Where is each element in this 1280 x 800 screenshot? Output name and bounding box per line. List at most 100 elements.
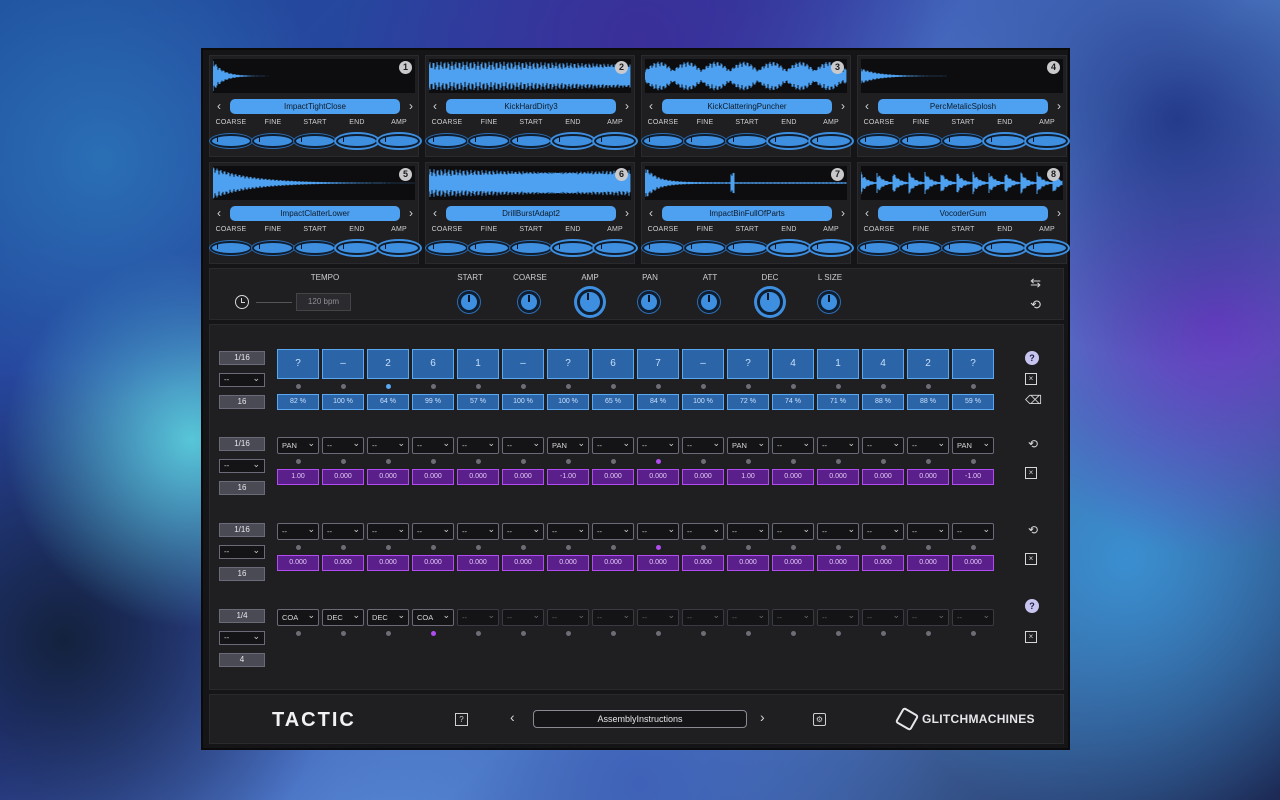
step-param-select[interactable]: -- bbox=[592, 436, 634, 454]
step-value[interactable]: 0.000 bbox=[367, 469, 409, 485]
sample-prev-button[interactable]: ‹ bbox=[861, 206, 873, 221]
step-pad[interactable]: 2 bbox=[907, 349, 949, 379]
step-value[interactable]: 0.000 bbox=[682, 469, 724, 485]
step-param-select[interactable]: -- bbox=[367, 522, 409, 540]
coarse-knob[interactable] bbox=[426, 134, 468, 148]
step-pad[interactable]: 6 bbox=[592, 349, 634, 379]
sample-next-button[interactable]: › bbox=[405, 206, 417, 221]
waveform-display[interactable] bbox=[429, 166, 631, 200]
amp-knob[interactable] bbox=[378, 241, 420, 255]
swap-icon[interactable]: ⇆ bbox=[1030, 275, 1041, 291]
sample-next-button[interactable]: › bbox=[621, 206, 633, 221]
sample-next-button[interactable]: › bbox=[405, 99, 417, 114]
coarse-knob[interactable] bbox=[210, 241, 252, 255]
step-param-select[interactable]: PAN bbox=[952, 436, 994, 454]
step-param-select[interactable]: -- bbox=[952, 522, 994, 540]
amp-knob[interactable] bbox=[594, 241, 636, 255]
waveform-display[interactable] bbox=[861, 59, 1063, 93]
step-value[interactable]: 0.000 bbox=[727, 555, 769, 571]
end-knob[interactable] bbox=[984, 134, 1026, 148]
coarse-knob[interactable] bbox=[642, 241, 684, 255]
sample-next-button[interactable]: › bbox=[621, 99, 633, 114]
fine-knob[interactable] bbox=[468, 241, 510, 255]
sample-next-button[interactable]: › bbox=[837, 99, 849, 114]
step-value[interactable]: 0.000 bbox=[592, 469, 634, 485]
step-value[interactable]: 0.000 bbox=[502, 555, 544, 571]
step-param-select[interactable]: -- bbox=[502, 436, 544, 454]
sample-name-field[interactable]: DrillBurstAdapt2 bbox=[446, 206, 616, 221]
start-knob[interactable] bbox=[294, 241, 336, 255]
step-value[interactable]: 99 % bbox=[412, 394, 454, 410]
preset-name[interactable]: AssemblyInstructions bbox=[533, 710, 747, 728]
lane-division[interactable]: 1/16 bbox=[219, 523, 265, 537]
coarse-knob[interactable] bbox=[210, 134, 252, 148]
step-value[interactable]: 0.000 bbox=[907, 555, 949, 571]
step-value[interactable]: 0.000 bbox=[862, 555, 904, 571]
step-pad[interactable]: 2 bbox=[367, 349, 409, 379]
help-icon[interactable]: ? bbox=[1025, 351, 1041, 365]
step-param-select[interactable]: PAN bbox=[277, 436, 319, 454]
lane-length[interactable]: 16 bbox=[219, 567, 265, 581]
step-value[interactable]: 100 % bbox=[502, 394, 544, 410]
step-param-select[interactable]: -- bbox=[772, 522, 814, 540]
step-pad[interactable]: ? bbox=[277, 349, 319, 379]
step-param-select[interactable]: -- bbox=[502, 608, 544, 626]
step-param-select[interactable]: -- bbox=[277, 522, 319, 540]
step-param-select[interactable]: -- bbox=[682, 608, 724, 626]
l-size-macro-knob[interactable] bbox=[818, 291, 840, 313]
step-pad[interactable]: 1 bbox=[457, 349, 499, 379]
dec-macro-knob[interactable] bbox=[757, 289, 783, 315]
end-knob[interactable] bbox=[552, 134, 594, 148]
step-param-select[interactable]: -- bbox=[907, 608, 949, 626]
step-param-select[interactable]: -- bbox=[502, 522, 544, 540]
start-knob[interactable] bbox=[510, 241, 552, 255]
waveform-display[interactable] bbox=[645, 59, 847, 93]
step-param-select[interactable]: -- bbox=[637, 608, 679, 626]
end-knob[interactable] bbox=[984, 241, 1026, 255]
step-value[interactable]: 72 % bbox=[727, 394, 769, 410]
step-value[interactable]: 100 % bbox=[322, 394, 364, 410]
step-value[interactable]: 0.000 bbox=[637, 469, 679, 485]
step-value[interactable]: 0.000 bbox=[817, 555, 859, 571]
start-knob[interactable] bbox=[726, 134, 768, 148]
step-value[interactable]: 0.000 bbox=[637, 555, 679, 571]
sample-name-field[interactable]: VocoderGum bbox=[878, 206, 1048, 221]
preset-next-button[interactable]: › bbox=[760, 709, 765, 725]
fine-knob[interactable] bbox=[468, 134, 510, 148]
lane-division[interactable]: 1/4 bbox=[219, 609, 265, 623]
step-value[interactable]: 1.00 bbox=[277, 469, 319, 485]
start-knob[interactable] bbox=[942, 134, 984, 148]
step-value[interactable]: 74 % bbox=[772, 394, 814, 410]
step-param-select[interactable]: -- bbox=[637, 436, 679, 454]
step-value[interactable]: 0.000 bbox=[547, 555, 589, 571]
waveform-display[interactable] bbox=[213, 166, 415, 200]
step-value[interactable]: 0.000 bbox=[952, 555, 994, 571]
att-macro-knob[interactable] bbox=[698, 291, 720, 313]
fine-knob[interactable] bbox=[252, 241, 294, 255]
start-knob[interactable] bbox=[726, 241, 768, 255]
step-value[interactable]: 0.000 bbox=[322, 555, 364, 571]
step-param-select[interactable]: PAN bbox=[727, 436, 769, 454]
step-param-select[interactable]: -- bbox=[817, 522, 859, 540]
step-value[interactable]: 57 % bbox=[457, 394, 499, 410]
waveform-display[interactable] bbox=[861, 166, 1063, 200]
end-knob[interactable] bbox=[768, 241, 810, 255]
step-param-select[interactable]: -- bbox=[322, 522, 364, 540]
sample-name-field[interactable]: ImpactClatterLower bbox=[230, 206, 400, 221]
step-param-select[interactable]: -- bbox=[817, 436, 859, 454]
pan-macro-knob[interactable] bbox=[638, 291, 660, 313]
coarse-knob[interactable] bbox=[426, 241, 468, 255]
loop-icon[interactable]: ⟲ bbox=[1025, 437, 1041, 451]
step-param-select[interactable]: -- bbox=[682, 522, 724, 540]
fine-knob[interactable] bbox=[900, 241, 942, 255]
step-param-select[interactable]: -- bbox=[637, 522, 679, 540]
step-value[interactable]: 71 % bbox=[817, 394, 859, 410]
step-value[interactable]: -1.00 bbox=[547, 469, 589, 485]
step-value[interactable]: 0.000 bbox=[817, 469, 859, 485]
step-param-select[interactable]: -- bbox=[322, 436, 364, 454]
sample-prev-button[interactable]: ‹ bbox=[645, 206, 657, 221]
step-value[interactable]: 1.00 bbox=[727, 469, 769, 485]
sample-prev-button[interactable]: ‹ bbox=[213, 99, 225, 114]
fine-knob[interactable] bbox=[684, 241, 726, 255]
lane-division[interactable]: 1/16 bbox=[219, 437, 265, 451]
